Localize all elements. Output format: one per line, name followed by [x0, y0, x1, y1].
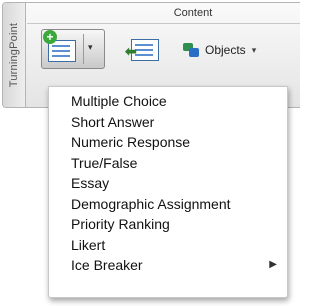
- objects-button[interactable]: Objects ▾: [183, 39, 256, 61]
- arrow-left-icon: ⬅: [125, 43, 137, 59]
- menu-item-ice-breaker[interactable]: Ice Breaker ▶: [49, 255, 287, 276]
- turningpoint-side-tab[interactable]: TurningPoint: [3, 3, 26, 107]
- chevron-right-icon: ▶: [269, 259, 277, 270]
- menu-item-short-answer[interactable]: Short Answer: [49, 112, 287, 133]
- question-type-menu: Multiple Choice Short Answer Numeric Res…: [48, 86, 288, 298]
- menu-item-multiple-choice[interactable]: Multiple Choice: [49, 91, 287, 112]
- menu-item-label: Ice Breaker: [71, 257, 143, 273]
- menu-item-true-false[interactable]: True/False: [49, 153, 287, 174]
- split-divider: [83, 34, 84, 64]
- group-divider: [27, 23, 300, 24]
- objects-icon: [183, 43, 199, 57]
- chevron-down-icon[interactable]: ▾: [88, 42, 93, 53]
- chevron-down-icon: ▾: [251, 44, 257, 55]
- objects-label: Objects: [205, 43, 246, 57]
- menu-item-priority-ranking[interactable]: Priority Ranking: [49, 214, 287, 235]
- menu-item-demographic-assignment[interactable]: Demographic Assignment: [49, 194, 287, 215]
- insert-slide-button[interactable]: ⬅: [125, 37, 167, 67]
- menu-item-essay[interactable]: Essay: [49, 173, 287, 194]
- side-tab-label: TurningPoint: [8, 22, 20, 88]
- menu-item-likert[interactable]: Likert: [49, 235, 287, 256]
- plus-icon: +: [43, 30, 57, 44]
- group-title: Content: [173, 7, 213, 19]
- menu-item-numeric-response[interactable]: Numeric Response: [49, 132, 287, 153]
- new-slide-button[interactable]: + ▾: [41, 29, 105, 69]
